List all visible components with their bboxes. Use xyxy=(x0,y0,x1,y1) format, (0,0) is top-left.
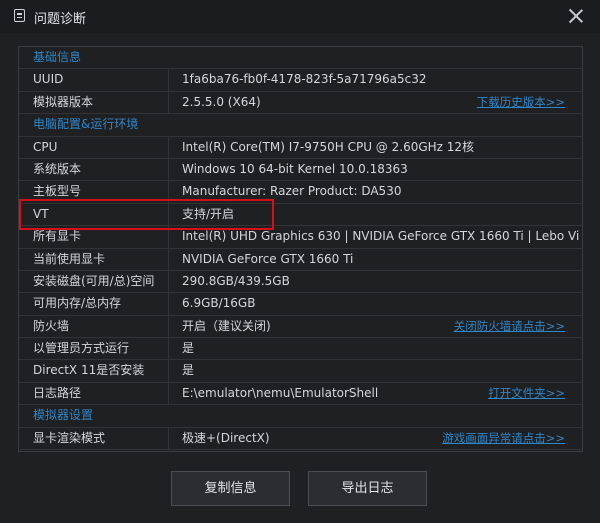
table-row-current-gpu: 当前使用显卡 NVIDIA GeForce GTX 1660 Ti xyxy=(19,248,582,271)
title-bar: 问题诊断 xyxy=(0,0,600,33)
window-title: 问题诊断 xyxy=(34,12,87,27)
table-row-firewall: 防火墙 开启（建议关闭) 关闭防火墙请点击>> xyxy=(19,315,582,339)
diagnosis-window: 问题诊断 基础信息 UUID 1fa6ba76-fb0f-4178-823f-5… xyxy=(0,0,600,523)
row-value: 2.5.5.0 (X64) xyxy=(182,94,261,109)
row-label: DirectX 11是否安装 xyxy=(33,360,169,382)
row-label: 所有显卡 xyxy=(33,226,169,248)
row-value: 极速+(DirectX) xyxy=(182,430,270,445)
row-label: 主板型号 xyxy=(33,181,169,203)
row-label: 以管理员方式运行 xyxy=(33,338,169,360)
row-label: 显卡渲染模式 xyxy=(33,427,169,450)
row-value: 是 xyxy=(182,363,195,378)
table-row-disk-space: 安装磁盘(可用/总)空间 290.8GB/439.5GB xyxy=(19,270,582,294)
section-title: 基础信息 xyxy=(33,50,82,64)
row-label: UUID xyxy=(33,69,169,91)
table-row-memory: 可用内存/总内存 6.9GB/16GB xyxy=(19,293,582,316)
close-icon[interactable] xyxy=(566,6,586,26)
row-value: E:\emulator\nemu\EmulatorShell xyxy=(182,385,379,400)
table-row-admin: 以管理员方式运行 是 xyxy=(19,338,582,361)
table-row-directx: DirectX 11是否安装 是 xyxy=(19,360,582,383)
row-value: Intel(R) Core(TM) I7-9750H CPU @ 2.60GHz… xyxy=(182,139,475,154)
row-value: NVIDIA GeForce GTX 1660 Ti xyxy=(182,251,354,266)
row-label: 安装磁盘(可用/总)空间 xyxy=(33,270,169,293)
row-value: 6.9GB/16GB xyxy=(182,296,256,311)
section-title: 模拟器设置 xyxy=(33,408,94,423)
document-icon xyxy=(14,9,25,22)
row-label: VT xyxy=(33,203,169,226)
info-table[interactable]: 基础信息 UUID 1fa6ba76-fb0f-4178-823f-5a7179… xyxy=(18,46,583,452)
table-row-uuid: UUID 1fa6ba76-fb0f-4178-823f-5a71796a5c3… xyxy=(19,69,582,92)
table-row-cpu: CPU Intel(R) Core(TM) I7-9750H CPU @ 2.6… xyxy=(19,136,582,159)
row-value: 1fa6ba76-fb0f-4178-823f-5a71796a5c32 xyxy=(182,72,427,87)
row-value: 开启（建议关闭) xyxy=(182,318,271,333)
row-value: 支持/开启 xyxy=(182,206,235,221)
row-label: CPU xyxy=(33,136,169,158)
row-label: 系统版本 xyxy=(33,158,169,181)
section-basic-info: 基础信息 xyxy=(19,47,582,70)
section-environment: 电脑配置&运行环境 xyxy=(19,114,582,137)
row-label: 模拟器版本 xyxy=(33,91,169,114)
row-label: 防火墙 xyxy=(33,315,169,338)
table-row-vt: VT 支持/开启 xyxy=(19,203,582,227)
section-emulator-settings: 模拟器设置 xyxy=(19,405,582,428)
table-row-render-mode: 显卡渲染模式 极速+(DirectX) 游戏画面异常请点击>> xyxy=(19,427,582,451)
table-row-all-gpus: 所有显卡 Intel(R) UHD Graphics 630 | NVIDIA … xyxy=(19,226,582,249)
row-value: Intel(R) UHD Graphics 630 | NVIDIA GeFor… xyxy=(182,229,580,244)
copy-info-button[interactable]: 复制信息 xyxy=(171,471,290,506)
open-folder-link[interactable]: 打开文件夹>> xyxy=(488,383,565,404)
section-title: 电脑配置&运行环境 xyxy=(33,117,139,132)
row-value: Windows 10 64-bit Kernel 10.0.18363 xyxy=(182,161,408,176)
table-row-log-path: 日志路径 E:\emulator\nemu\EmulatorShell 打开文件… xyxy=(19,382,582,406)
download-history-link[interactable]: 下载历史版本>> xyxy=(477,92,565,113)
table-row-emulator-version: 模拟器版本 2.5.5.0 (X64) 下载历史版本>> xyxy=(19,91,582,115)
export-log-button[interactable]: 导出日志 xyxy=(308,471,427,506)
row-value: Manufacturer: Razer Product: DA530 xyxy=(182,184,402,199)
game-display-issue-link[interactable]: 游戏画面异常请点击>> xyxy=(442,428,565,449)
row-label: 日志路径 xyxy=(33,382,169,405)
table-row-os: 系统版本 Windows 10 64-bit Kernel 10.0.18363 xyxy=(19,158,582,182)
row-value: 290.8GB/439.5GB xyxy=(182,273,290,288)
close-firewall-link[interactable]: 关闭防火墙请点击>> xyxy=(454,316,565,337)
row-label: 当前使用显卡 xyxy=(33,248,169,270)
row-label: 可用内存/总内存 xyxy=(33,293,169,315)
table-row-motherboard: 主板型号 Manufacturer: Razer Product: DA530 xyxy=(19,181,582,204)
row-value: 是 xyxy=(182,341,195,356)
